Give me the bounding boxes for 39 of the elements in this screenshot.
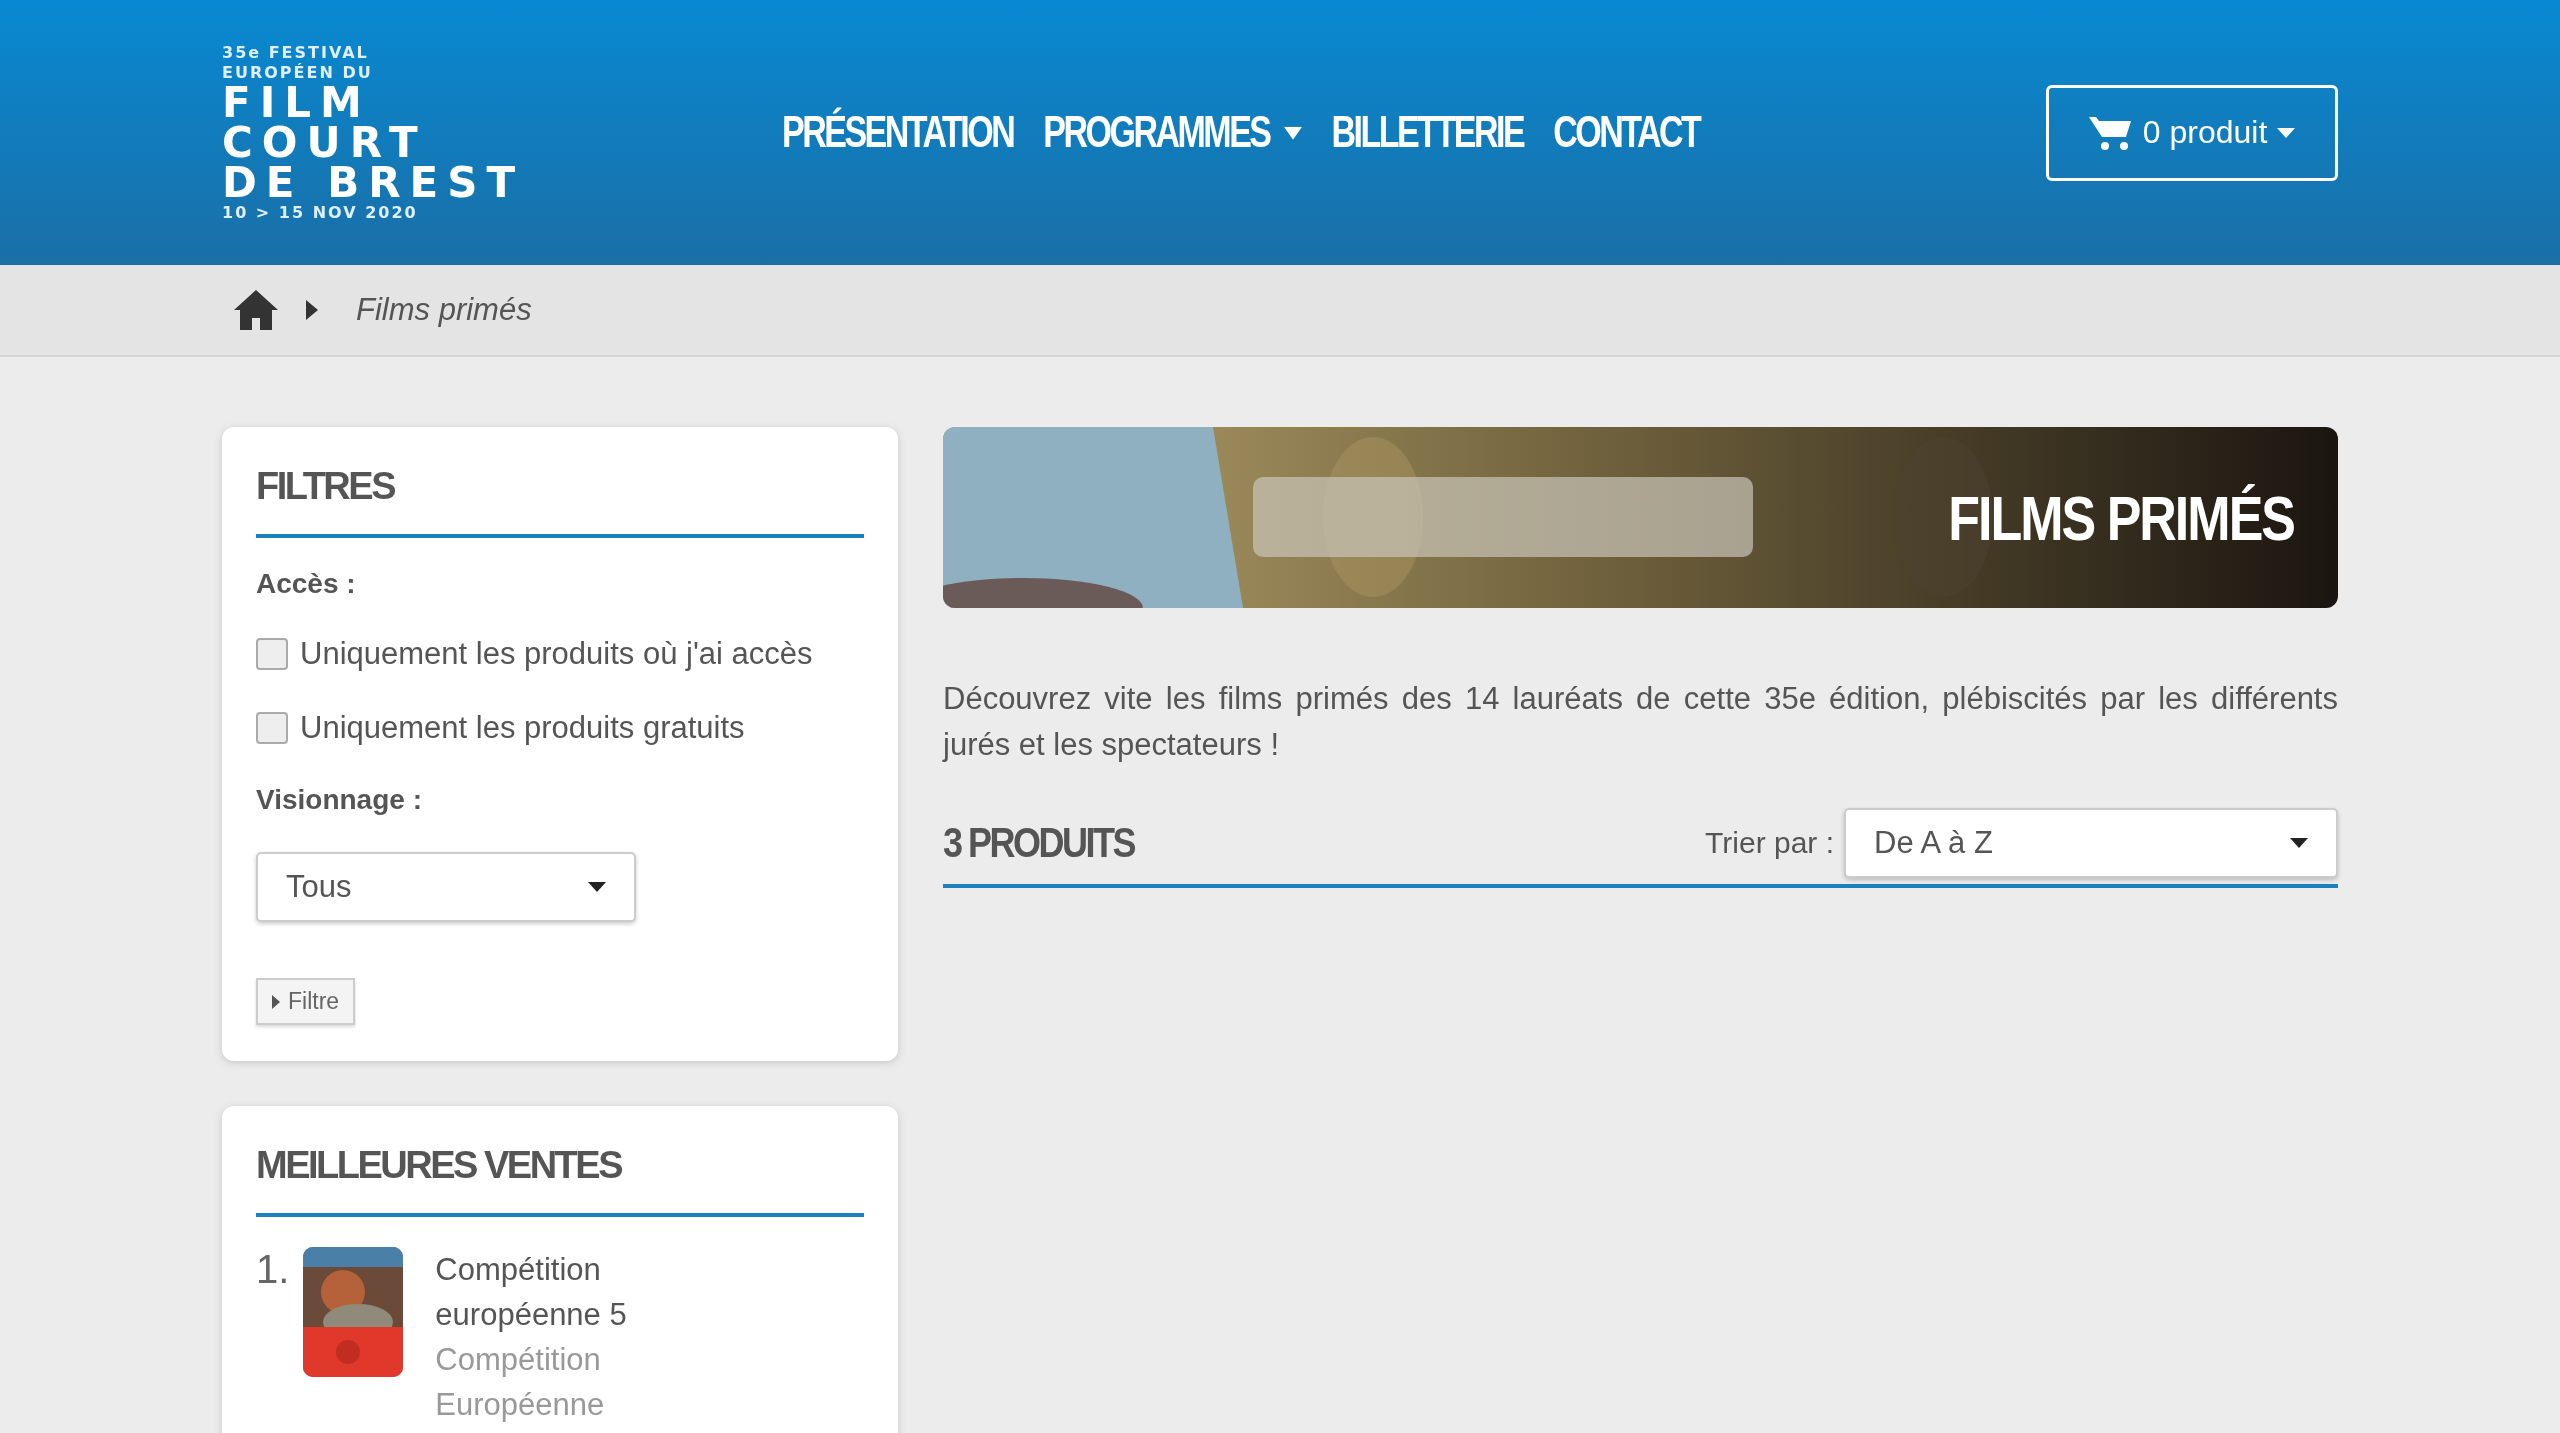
nav-link[interactable]: CONTACT [1553, 107, 1700, 158]
caret-right-icon [272, 994, 280, 1009]
product-count: 3 PRODUITS [943, 817, 1136, 869]
checkbox-label: Uniquement les produits où j'ai accès [300, 636, 813, 672]
checkbox[interactable] [256, 638, 288, 670]
checkbox-label: Uniquement les produits gratuits [300, 710, 745, 746]
home-icon[interactable] [234, 290, 278, 330]
card-title: FILTRES [256, 457, 864, 538]
cart-icon [2088, 114, 2133, 151]
logo-text: 10 > 15 NOV 2020 [222, 202, 419, 223]
nav-link[interactable]: PROGRAMMES [1043, 107, 1302, 158]
nav-link[interactable]: PRÉSENTATION [782, 107, 1014, 158]
description: Découvrez vite les films primés des 14 lauréats de cette 35e édition, plébiscités par les différents jurés et les spectateurs ! [943, 680, 2338, 764]
filter-button[interactable]: Filtre [256, 978, 356, 1025]
card-title: MEILLEURES VENTES [256, 1136, 864, 1217]
viewing-label: Visionnage : [256, 784, 423, 816]
viewing-select[interactable]: Tous [256, 852, 636, 922]
access-label: Accès : [256, 568, 357, 600]
banner-title: FILMS PRIMÉS [1948, 481, 2294, 554]
logo-text: EUROPÉEN DU [222, 62, 374, 83]
chevron-right-icon [306, 300, 318, 320]
product-name[interactable]: Compétition européenne 5 [435, 1247, 656, 1337]
logo-text: FILM [222, 82, 371, 123]
sort-label: Trier par : [1705, 826, 1834, 860]
nav-link[interactable]: BILLETTERIE [1331, 107, 1524, 158]
festival-logo[interactable]: 35e FESTIVAL EUROPÉEN DU FILM COURT DE BREST 10 > 15 NOV 2020 [222, 42, 522, 223]
checkbox[interactable] [256, 712, 288, 744]
caret-icon [588, 882, 606, 892]
product-category: Compétition Européenne [435, 1341, 606, 1424]
sort-select[interactable]: De A à Z [1844, 808, 2338, 878]
logo-text: COURT [222, 122, 427, 163]
logo-text: DE BREST [222, 162, 522, 203]
caret-icon [2290, 838, 2308, 848]
rank-number: 1. [256, 1247, 290, 1293]
caret-icon [2277, 127, 2296, 138]
cart-button[interactable]: 0 produit [2046, 84, 2338, 181]
logo-text: 35e FESTIVAL [222, 42, 370, 63]
caret-icon [1283, 126, 1302, 139]
breadcrumb-current: Films primés [356, 292, 532, 328]
